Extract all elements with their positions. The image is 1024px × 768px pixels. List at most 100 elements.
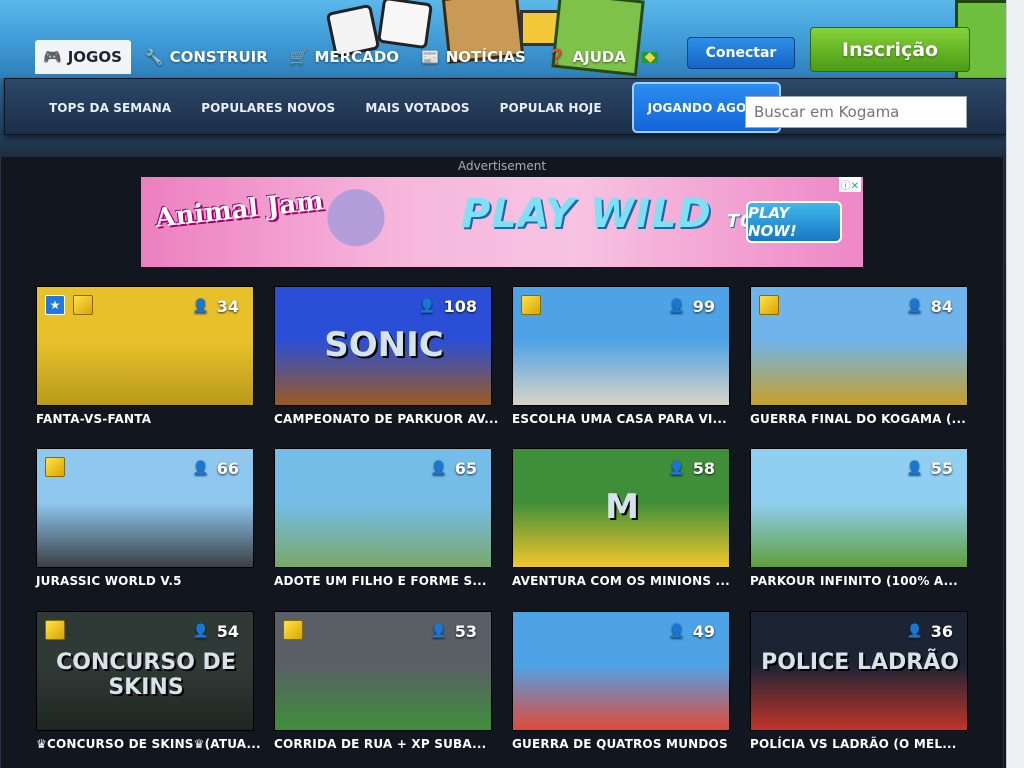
game-thumbnail[interactable]: POLICE LADRÃO 👤 36 — [750, 611, 968, 731]
player-count: 👤 99 — [669, 297, 715, 316]
nav-ajuda[interactable]: ❓ AJUDA — [548, 48, 626, 66]
nav-construir[interactable]: 🔧 CONSTRUIR — [145, 48, 268, 66]
game-thumbnail[interactable]: SONIC 👤 108 — [274, 286, 492, 406]
game-card[interactable]: 👤 66 JURASSIC WORLD V.5 — [36, 448, 254, 588]
person-icon: 👤 — [192, 299, 209, 314]
player-count-value: 36 — [930, 622, 953, 641]
game-thumbnail[interactable]: M 👤 58 — [512, 448, 730, 568]
game-card[interactable]: 👤 49 GUERRA DE QUATROS MUNDOS — [512, 611, 730, 751]
game-card[interactable]: 👤 99 ESCOLHA UMA CASA PARA VI... — [512, 286, 730, 426]
player-count-value: 54 — [216, 622, 239, 641]
featured-star-icon: ★ — [45, 295, 65, 315]
player-count: 👤 34 — [193, 297, 239, 316]
game-title[interactable]: PARKOUR INFINITO (100% A... — [750, 574, 968, 588]
nav-jogos[interactable]: 🎮 JOGOS — [35, 40, 131, 74]
wrench-icon: 🔧 — [144, 47, 164, 66]
game-thumbnail[interactable]: 👤 49 — [512, 611, 730, 731]
scrollbar[interactable] — [1006, 0, 1024, 768]
player-count: 👤 55 — [907, 459, 953, 478]
game-title[interactable]: POLÍCIA VS LADRÃO (O MEL... — [750, 737, 968, 751]
game-title[interactable]: GUERRA FINAL DO KOGAMA (... — [750, 412, 968, 426]
gold-cube-icon — [73, 295, 93, 315]
game-title[interactable]: AVENTURA COM OS MINIONS ... — [512, 574, 730, 588]
signup-button[interactable]: Inscrição — [810, 27, 970, 72]
game-thumbnail-art: M — [605, 487, 639, 527]
game-card[interactable]: 👤 84 GUERRA FINAL DO KOGAMA (... — [750, 286, 968, 426]
game-title[interactable]: JURASSIC WORLD V.5 — [36, 574, 254, 588]
player-count-value: 99 — [692, 297, 715, 316]
gold-cube-icon — [283, 620, 303, 640]
game-card[interactable]: SONIC 👤 108 CAMPEONATO DE PARKUOR AV... — [274, 286, 498, 426]
player-count-value: 108 — [443, 297, 477, 316]
player-count: 👤 65 — [431, 459, 477, 478]
games-subnav: TOPS DA SEMANA POPULARES NOVOS MAIS VOTA… — [4, 78, 1007, 135]
game-thumbnail[interactable]: 👤 53 — [274, 611, 492, 731]
person-icon: 👤 — [906, 299, 923, 314]
help-icon: ❓ — [547, 47, 567, 66]
nav-label: CONSTRUIR — [169, 48, 268, 66]
tab-mais-votados[interactable]: MAIS VOTADOS — [365, 101, 469, 115]
newspaper-icon: 📰 — [421, 47, 440, 66]
game-thumbnail[interactable]: 👤 55 — [750, 448, 968, 568]
search-input[interactable] — [745, 96, 967, 128]
game-thumbnail[interactable]: CONCURSO DE SKINS 👤 54 — [36, 611, 254, 731]
game-card[interactable]: CONCURSO DE SKINS 👤 54 ♛CONCURSO DE SKINS♛(… — [36, 611, 261, 751]
game-title[interactable]: FANTA-VS-FANTA — [36, 412, 254, 426]
person-icon: 👤 — [419, 299, 436, 314]
player-count: 👤 84 — [907, 297, 953, 316]
player-count-value: 49 — [692, 622, 715, 641]
game-thumbnail[interactable]: 👤 84 — [750, 286, 968, 406]
ad-cta-button[interactable]: PLAY NOW! — [746, 201, 842, 243]
game-title[interactable]: GUERRA DE QUATROS MUNDOS — [512, 737, 730, 751]
tab-popular-hoje[interactable]: POPULAR HOJE — [500, 101, 602, 115]
game-card[interactable]: 👤 55 PARKOUR INFINITO (100% A... — [750, 448, 968, 588]
game-card[interactable]: ★ 👤 34 FANTA-VS-FANTA — [36, 286, 254, 426]
top-header: 🎮 JOGOS 🔧 CONSTRUIR 🛒 MERCADO 📰 NOTÍCIAS… — [0, 0, 1024, 78]
game-title[interactable]: ADOTE UM FILHO E FORME S... — [274, 574, 492, 588]
player-count: 👤 49 — [669, 622, 715, 641]
game-title[interactable]: ESCOLHA UMA CASA PARA VI... — [512, 412, 730, 426]
game-thumbnail[interactable]: 👤 66 — [36, 448, 254, 568]
ad-headline-main: PLAY WILD — [461, 191, 712, 237]
game-thumbnail[interactable]: ★ 👤 34 — [36, 286, 254, 406]
player-count-value: 66 — [216, 459, 239, 478]
game-card[interactable]: M 👤 58 AVENTURA COM OS MINIONS ... — [512, 448, 730, 588]
gold-cube-icon — [45, 457, 65, 477]
tab-populares-novos[interactable]: POPULARES NOVOS — [201, 101, 335, 115]
nav-mercado[interactable]: 🛒 MERCADO — [290, 48, 399, 66]
nav-noticias[interactable]: 📰 NOTÍCIAS — [421, 48, 526, 66]
game-title[interactable]: ♛CONCURSO DE SKINS♛(ATUA... — [36, 737, 261, 751]
player-count: 👤 108 — [419, 297, 477, 316]
person-icon: 👤 — [906, 461, 923, 476]
nav-label: MERCADO — [314, 48, 400, 66]
player-count: 👤 54 — [193, 622, 239, 641]
game-title[interactable]: CORRIDA DE RUA + XP SUBA... — [274, 737, 492, 751]
player-count-value: 65 — [454, 459, 477, 478]
game-card[interactable]: POLICE LADRÃO 👤 36 POLÍCIA VS LADRÃO (O MEL… — [750, 611, 968, 751]
person-icon: 👤 — [668, 461, 685, 476]
connect-button[interactable]: Conectar — [687, 37, 795, 69]
ad-banner[interactable]: Animal Jam PLAY WILD TODAY! PLAY NOW! ⓘ✕ — [141, 177, 863, 267]
person-icon: 👤 — [668, 624, 685, 639]
game-card[interactable]: 👤 53 CORRIDA DE RUA + XP SUBA... — [274, 611, 492, 751]
person-icon: 👤 — [192, 624, 209, 639]
game-thumbnail[interactable]: 👤 65 — [274, 448, 492, 568]
filter-tabs: TOPS DA SEMANA POPULARES NOVOS MAIS VOTA… — [49, 79, 782, 136]
game-card[interactable]: 👤 65 ADOTE UM FILHO E FORME S... — [274, 448, 492, 588]
main-nav: 🎮 JOGOS 🔧 CONSTRUIR 🛒 MERCADO 📰 NOTÍCIAS… — [35, 40, 680, 74]
player-count: 👤 53 — [431, 622, 477, 641]
tab-tops-da-semana[interactable]: TOPS DA SEMANA — [49, 101, 171, 115]
game-title[interactable]: CAMPEONATO DE PARKUOR AV... — [274, 412, 498, 426]
game-thumbnail-art: POLICE LADRÃO — [761, 650, 959, 675]
player-count-value: 53 — [454, 622, 477, 641]
game-thumbnail[interactable]: 👤 99 — [512, 286, 730, 406]
brazil-flag-icon[interactable] — [641, 51, 658, 63]
nav-label: AJUDA — [572, 48, 626, 66]
player-count: 👤 58 — [669, 459, 715, 478]
player-count: 👤 66 — [193, 459, 239, 478]
player-count-value: 84 — [930, 297, 953, 316]
ad-close-icon[interactable]: ⓘ✕ — [838, 177, 861, 192]
gold-cube-icon — [521, 295, 541, 315]
player-count: 👤 36 — [907, 622, 953, 641]
gold-cube-icon — [759, 295, 779, 315]
